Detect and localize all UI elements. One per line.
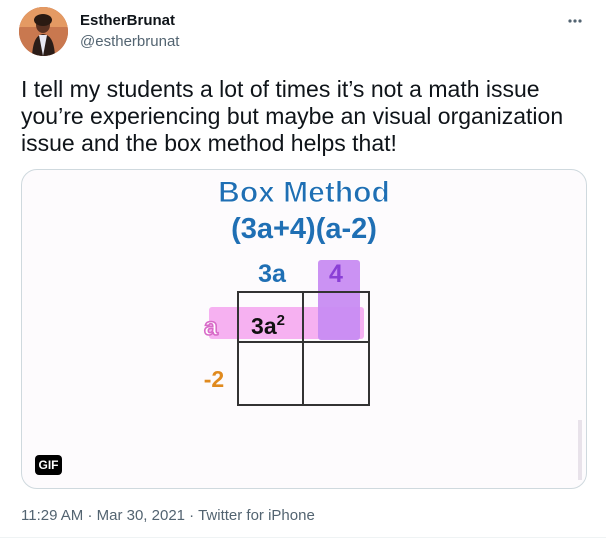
more-options-button[interactable] [565,11,585,31]
tweet-date[interactable]: Mar 30, 2021 [97,507,185,524]
col-label-3a: 3a [258,260,287,288]
row-label-neg2: -2 [204,366,224,392]
gif-title-line2: (3a+4)(a-2) [231,213,377,245]
tweet-timestamp: 11:29 AM · Mar 30, 2021 · Twitter for iP… [21,506,315,526]
watermark-strip [578,420,582,480]
profile-photo [19,7,68,56]
separator: · [87,507,93,524]
separator: · [189,507,195,524]
media-gif[interactable]: Box Method (3a+4)(a-2) 3a 4 a -2 3a2 GIF [21,169,587,489]
divider [0,537,606,538]
tweet-source[interactable]: Twitter for iPhone [198,507,315,524]
tweet-text: I tell my students a lot of times it’s n… [21,76,564,156]
author-name[interactable]: EstherBrunat [80,11,175,31]
tweet-time[interactable]: 11:29 AM [21,507,83,524]
more-horizontal-icon [568,19,582,23]
col-label-4: 4 [329,260,343,288]
avatar[interactable] [19,7,68,56]
gif-badge: GIF [35,455,62,475]
tweet: EstherBrunat @estherbrunat I tell my stu… [0,0,606,541]
box-method-graphic: Box Method (3a+4)(a-2) 3a 4 a -2 3a2 [203,176,582,480]
author-handle[interactable]: @estherbrunat [80,32,179,52]
gif-title-line1: Box Method [218,176,390,209]
row-label-a: a [204,313,219,341]
